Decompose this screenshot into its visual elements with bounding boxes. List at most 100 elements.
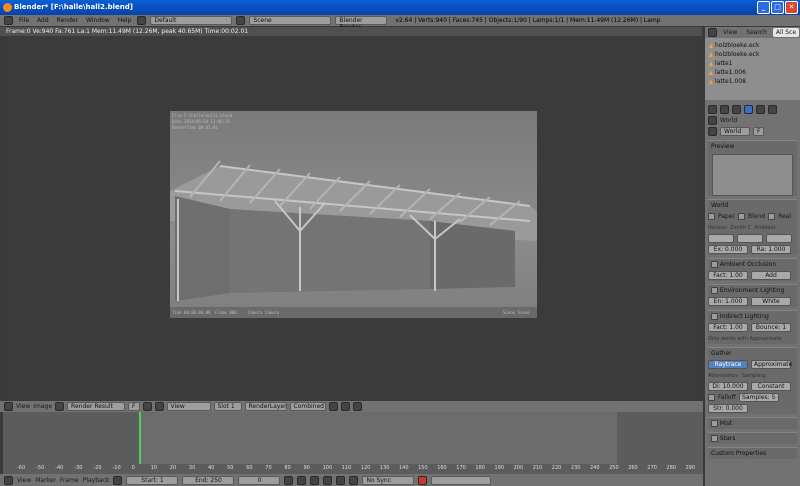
mist-header[interactable]: Mist [708,418,797,429]
outliner-display-mode[interactable]: All Sce [772,28,800,37]
world-browse-icon[interactable] [708,127,717,136]
indirect-bounces-field[interactable]: Bounce: 1 [751,323,791,332]
menu-marker[interactable]: Marker [35,477,56,484]
menu-view[interactable]: View [16,403,30,410]
maximize-button[interactable]: □ [771,1,784,14]
slot-selector[interactable]: Slot 1 [213,402,242,411]
raytrace-button[interactable]: Raytrace [708,360,748,369]
jump-start-icon[interactable] [284,475,294,485]
blend-sky-checkbox[interactable] [738,213,745,220]
view-selector[interactable]: View [166,402,211,411]
play-reverse-icon[interactable] [310,475,320,485]
env-header[interactable]: Environment Lighting [708,285,797,296]
layout-icon[interactable] [137,16,147,25]
draw-channels-icon[interactable] [328,402,338,411]
ao-checkbox[interactable] [711,261,718,268]
sync-selector[interactable]: No Sync [362,475,415,485]
world-name-field[interactable]: World [720,127,750,136]
world-fake-user-button[interactable]: F [753,127,765,136]
menu-render[interactable]: Render [55,17,80,24]
fake-user-button[interactable]: F [128,402,140,411]
approximate-button[interactable]: Approximate [751,360,792,369]
menu-help[interactable]: Help [116,17,134,24]
current-frame-field[interactable]: 0 [238,475,281,485]
sampling-method-selector[interactable]: Constant [751,382,791,391]
world-panel-title[interactable]: World [708,200,797,211]
stars-header[interactable]: Stars [708,433,797,444]
ao-header[interactable]: Ambient Occlusion [708,259,797,270]
zenith-color[interactable] [737,234,763,243]
menu-window[interactable]: Window [84,17,112,24]
jump-end-icon[interactable] [349,475,359,485]
unlink-icon[interactable] [142,402,152,411]
editor-type-icon[interactable] [4,402,13,411]
material-tab-icon[interactable] [768,105,777,114]
ao-factor-field[interactable]: Fact: 1.00 [708,271,748,280]
menu-add[interactable]: Add [35,17,51,24]
paper-sky-checkbox[interactable] [708,213,715,220]
mist-checkbox[interactable] [711,420,718,427]
pass-selector[interactable]: Combined [289,402,326,411]
ao-mode-selector[interactable]: Add [751,271,791,280]
next-key-icon[interactable] [336,475,346,485]
world-tab-icon[interactable] [744,105,753,114]
start-frame-field[interactable]: Start: 1 [126,475,179,485]
editor-type-icon[interactable] [4,475,13,485]
real-sky-checkbox[interactable] [768,213,776,220]
menu-file[interactable]: File [17,17,31,24]
indirect-header[interactable]: Indirect Lighting [708,311,797,322]
preview-range-icon[interactable] [113,475,123,485]
menu-image[interactable]: Image [33,403,52,410]
outliner-item[interactable]: latte1.008 [709,77,800,86]
menu-view[interactable]: View [17,477,31,484]
render-tab-icon[interactable] [720,105,729,114]
range-field[interactable]: Ra: 1.000 [751,245,791,254]
scene-tab-icon[interactable] [732,105,741,114]
env-checkbox[interactable] [711,287,718,294]
keying-set-field[interactable] [431,475,492,485]
outliner-item[interactable]: latte1.006 [709,68,800,77]
indirect-factor-field[interactable]: Fact: 1.00 [708,323,748,332]
record-icon[interactable] [418,475,428,485]
view-icon[interactable] [154,402,164,411]
exposure-field[interactable]: Ex: 0.000 [708,245,748,254]
minimize-button[interactable]: _ [757,1,770,14]
render-engine-selector[interactable]: Blender Render [335,16,388,31]
scene-icon[interactable] [236,16,246,25]
editor-type-icon[interactable] [708,28,717,37]
strength-field[interactable]: Str: 0.000 [708,404,748,413]
layer-selector[interactable]: RenderLayer [244,402,287,411]
horizon-color[interactable] [708,234,734,243]
stars-checkbox[interactable] [711,435,718,442]
play-icon[interactable] [323,475,333,485]
preview-panel-title[interactable]: Preview [708,141,797,152]
close-button[interactable]: ✕ [785,1,798,14]
outliner-item[interactable]: holzbloeke.eck [709,50,800,59]
end-frame-field[interactable]: End: 250 [182,475,235,485]
timeline-area[interactable]: -60 -50 -40 -30 -20 -10 0 10 20 30 40 50 60 70 80 90 100… [3,412,703,474]
editor-type-icon[interactable] [4,16,13,25]
image-name-field[interactable]: Render Result [67,402,126,411]
outliner-item[interactable]: latte1 [709,59,800,68]
menu-frame[interactable]: Frame [60,477,79,484]
curve-icon[interactable] [340,402,350,411]
outliner-search-menu[interactable]: Search [743,28,770,37]
layout-selector[interactable]: Default [150,16,233,25]
falloff-checkbox[interactable] [708,394,715,401]
custom-properties-title[interactable]: Custom Properties [708,448,797,459]
gather-title[interactable]: Gather [708,348,797,359]
distance-field[interactable]: Di: 10.000 [708,382,748,391]
env-color-selector[interactable]: White [751,297,791,306]
current-frame-marker[interactable] [139,412,141,464]
image-browse-icon[interactable] [55,402,65,411]
indirect-checkbox[interactable] [711,313,718,320]
outliner-item[interactable]: holzbloeke.eck [709,41,800,50]
menu-playback[interactable]: Playback [83,477,110,484]
ambient-color[interactable] [766,234,792,243]
outliner-view-menu[interactable]: View [720,28,740,37]
samples-field[interactable]: Samples: 5 [738,393,779,402]
pin-icon[interactable] [352,402,362,411]
env-energy-field[interactable]: En: 1.000 [708,297,748,306]
editor-type-icon[interactable] [708,105,717,114]
object-tab-icon[interactable] [756,105,765,114]
